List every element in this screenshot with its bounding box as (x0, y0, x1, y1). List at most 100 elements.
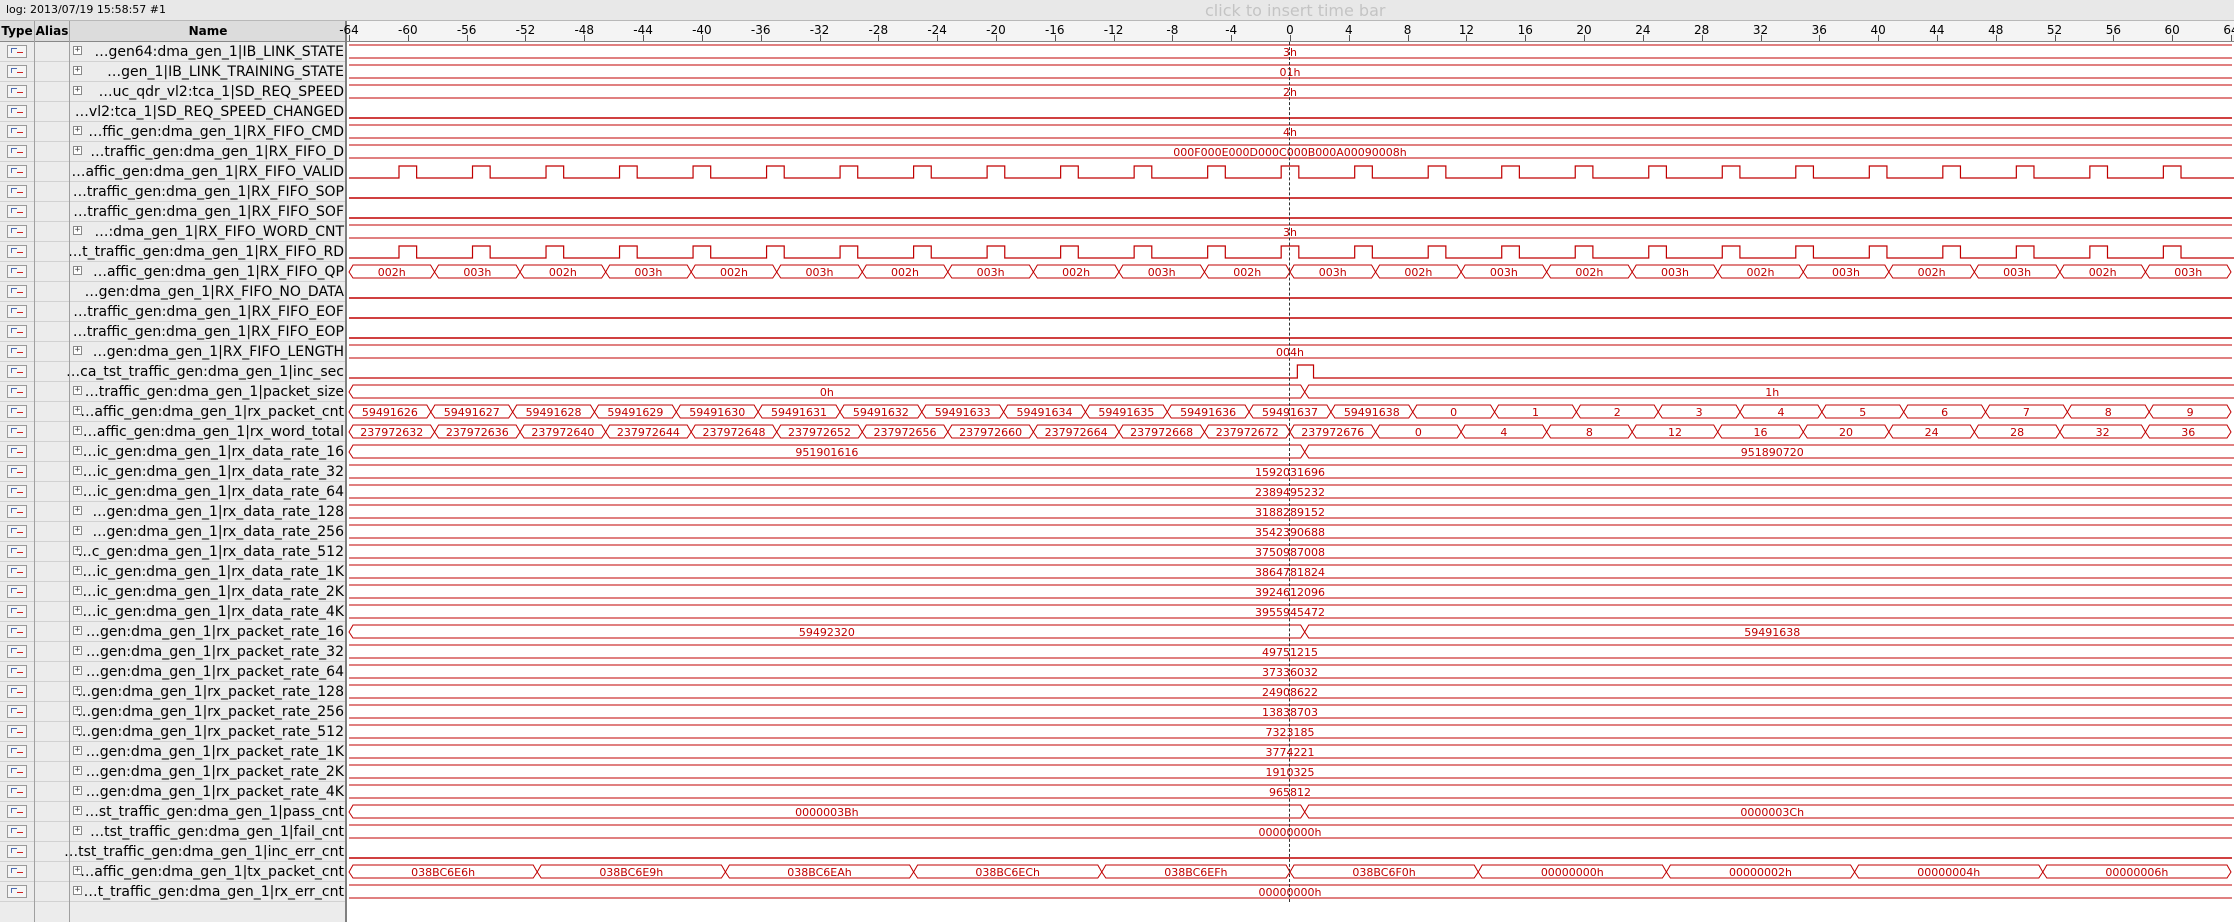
signal-row[interactable]: + …ic_gen:dma_gen_1|rx_data_rate_64 (0, 482, 347, 502)
signal-row[interactable]: …gen:dma_gen_1|RX_FIFO_NO_DATA (0, 282, 347, 302)
name-column-header[interactable]: Name (70, 21, 347, 41)
waveform-trace[interactable]: 237972632 237972636 237972640 237972644 2379… (348, 424, 2232, 439)
expand-icon[interactable]: + (73, 766, 82, 775)
expand-icon[interactable]: + (73, 226, 82, 235)
expand-icon[interactable]: + (73, 486, 82, 495)
waveform-trace[interactable]: 2h (349, 84, 2232, 99)
expand-icon[interactable]: + (73, 266, 82, 275)
waveform-trace[interactable] (349, 165, 2234, 179)
signal-row[interactable]: …tst_traffic_gen:dma_gen_1|inc_err_cnt (0, 842, 347, 862)
expand-icon[interactable]: + (73, 826, 82, 835)
expand-icon[interactable]: + (73, 46, 82, 55)
expand-icon[interactable]: + (73, 666, 82, 675)
signal-row[interactable]: + …gen:dma_gen_1|rx_packet_rate_512 (0, 722, 347, 742)
waveform-trace[interactable] (349, 364, 2232, 379)
signal-row[interactable]: …traffic_gen:dma_gen_1|RX_FIFO_EOP (0, 322, 347, 342)
type-column-header[interactable]: Type (0, 21, 35, 41)
signal-row[interactable]: + …tst_traffic_gen:dma_gen_1|fail_cnt (0, 822, 347, 842)
expand-icon[interactable]: + (73, 586, 82, 595)
waveform-trace[interactable]: 3864781824 (349, 564, 2232, 579)
signal-row[interactable]: + …gen64:dma_gen_1|IB_LINK_STATE (0, 42, 347, 62)
signal-row[interactable]: + …ic_gen:dma_gen_1|rx_data_rate_32 (0, 462, 347, 482)
waveform-trace[interactable]: 49751215 (349, 644, 2232, 659)
signal-row[interactable]: + …affic_gen:dma_gen_1|RX_FIFO_QP (0, 262, 347, 282)
waveform-trace[interactable]: 3542390688 (349, 524, 2232, 539)
waveform-trace[interactable]: 1910325 (349, 764, 2232, 779)
waveform-trace[interactable]: 1592031696 (349, 464, 2232, 479)
expand-icon[interactable]: + (73, 746, 82, 755)
signal-row[interactable]: + …traffic_gen:dma_gen_1|packet_size (0, 382, 347, 402)
time-cursor-line[interactable] (1289, 42, 1290, 902)
waveform-trace[interactable]: 7323185 (349, 724, 2232, 739)
expand-icon[interactable]: + (73, 426, 82, 435)
expand-icon[interactable]: + (73, 346, 82, 355)
waveform-trace[interactable]: 3955945472 (349, 604, 2232, 619)
expand-icon[interactable]: + (73, 386, 82, 395)
waveform-trace[interactable]: 00000000h (349, 824, 2232, 839)
waveform-trace[interactable]: 3924612096 (349, 584, 2232, 599)
expand-icon[interactable]: + (73, 506, 82, 515)
signal-row[interactable]: + …gen:dma_gen_1|rx_packet_rate_128 (0, 682, 347, 702)
signal-row[interactable]: + …gen:dma_gen_1|rx_data_rate_256 (0, 522, 347, 542)
time-ruler[interactable]: -64 -60 -56 -52 -48 -44 -40 -36 -32 -28 -24 -20 -16-… (339, 21, 2234, 42)
signal-row[interactable]: + …affic_gen:dma_gen_1|rx_packet_cnt (0, 402, 347, 422)
waveform-trace[interactable]: 0h 1h (348, 384, 2234, 399)
signal-row[interactable]: …affic_gen:dma_gen_1|RX_FIFO_VALID (0, 162, 347, 182)
expand-icon[interactable]: + (73, 646, 82, 655)
signal-row[interactable]: + …:dma_gen_1|RX_FIFO_WORD_CNT (0, 222, 347, 242)
signal-row[interactable]: + …uc_qdr_vl2:tca_1|SD_REQ_SPEED (0, 82, 347, 102)
expand-icon[interactable]: + (73, 146, 82, 155)
waveform-trace[interactable]: 002h 003h 002h 003h 002h 003h 002h 003h 002h 003h… (348, 264, 2232, 279)
signal-row[interactable]: + …gen:dma_gen_1|rx_packet_rate_16 (0, 622, 347, 642)
alias-column-header[interactable]: Alias (35, 21, 70, 41)
signal-row[interactable]: + …gen:dma_gen_1|rx_packet_rate_64 (0, 662, 347, 682)
waveform-trace[interactable]: 3188289152 (349, 504, 2232, 519)
waveform-trace[interactable]: 00000000h (349, 884, 2232, 899)
signal-row[interactable]: + …gen:dma_gen_1|rx_packet_rate_256 (0, 702, 347, 722)
expand-icon[interactable]: + (73, 126, 82, 135)
waveform-trace[interactable]: 965812 (349, 784, 2232, 799)
signal-row[interactable]: + …gen:dma_gen_1|rx_packet_rate_32 (0, 642, 347, 662)
waveform-trace[interactable]: 37336032 (349, 664, 2232, 679)
signal-row[interactable]: …t_traffic_gen:dma_gen_1|RX_FIFO_RD (0, 242, 347, 262)
expand-icon[interactable]: + (73, 526, 82, 535)
waveform-view[interactable]: 3h01h2h4h000F000E000D000C000B000A0009000… (347, 42, 2234, 922)
signal-row[interactable]: + …gen:dma_gen_1|RX_FIFO_LENGTH (0, 342, 347, 362)
insert-time-bar-hint[interactable]: click to insert time bar (1205, 0, 1385, 21)
signal-row[interactable]: + …ic_gen:dma_gen_1|rx_data_rate_16 (0, 442, 347, 462)
waveform-trace[interactable]: 4h (349, 124, 2232, 139)
signal-row[interactable]: + …traffic_gen:dma_gen_1|RX_FIFO_D (0, 142, 347, 162)
waveform-trace[interactable]: 038BC6E6h 038BC6E9h 038BC6EAh 038BC6ECh 038B… (348, 864, 2232, 879)
waveform-trace[interactable]: 13838703 (349, 704, 2232, 719)
waveform-trace[interactable]: 59492320 59491638 (348, 624, 2234, 639)
waveform-trace[interactable]: 3774221 (349, 744, 2232, 759)
signal-row[interactable]: + …c_gen:dma_gen_1|rx_data_rate_512 (0, 542, 347, 562)
expand-icon[interactable]: + (73, 86, 82, 95)
signal-row[interactable]: + …gen:dma_gen_1|rx_packet_rate_4K (0, 782, 347, 802)
signal-row[interactable]: + …affic_gen:dma_gen_1|tx_packet_cnt (0, 862, 347, 882)
signal-row[interactable]: + …gen:dma_gen_1|rx_packet_rate_2K (0, 762, 347, 782)
waveform-trace[interactable]: 3h (349, 44, 2232, 59)
waveform-trace[interactable]: 59491626 59491627 59491628 59491629 59491630… (348, 404, 2232, 419)
expand-icon[interactable]: + (73, 806, 82, 815)
signal-row[interactable]: …vl2:tca_1|SD_REQ_SPEED_CHANGED (0, 102, 347, 122)
expand-icon[interactable]: + (73, 466, 82, 475)
waveform-trace[interactable]: 004h (349, 344, 2232, 359)
expand-icon[interactable]: + (73, 786, 82, 795)
waveform-trace[interactable] (349, 245, 2234, 259)
waveform-trace[interactable]: 01h (349, 64, 2232, 79)
signal-row[interactable]: …traffic_gen:dma_gen_1|RX_FIFO_EOF (0, 302, 347, 322)
signal-row[interactable]: …traffic_gen:dma_gen_1|RX_FIFO_SOF (0, 202, 347, 222)
expand-icon[interactable]: + (73, 886, 82, 895)
signal-row[interactable]: + …st_traffic_gen:dma_gen_1|pass_cnt (0, 802, 347, 822)
expand-icon[interactable]: + (73, 626, 82, 635)
waveform-trace[interactable]: 2389495232 (349, 484, 2232, 499)
waveform-trace[interactable]: 3h (349, 224, 2232, 239)
signal-row[interactable]: + …t_traffic_gen:dma_gen_1|rx_err_cnt (0, 882, 347, 902)
signal-row[interactable]: + …ic_gen:dma_gen_1|rx_data_rate_1K (0, 562, 347, 582)
expand-icon[interactable]: + (73, 606, 82, 615)
signal-row[interactable]: + …ffic_gen:dma_gen_1|RX_FIFO_CMD (0, 122, 347, 142)
waveform-trace[interactable]: 951901616 951890720 (348, 444, 2234, 459)
waveform-trace[interactable]: 0000003Bh 0000003Ch (348, 804, 2234, 819)
signal-row[interactable]: + …affic_gen:dma_gen_1|rx_word_total (0, 422, 347, 442)
